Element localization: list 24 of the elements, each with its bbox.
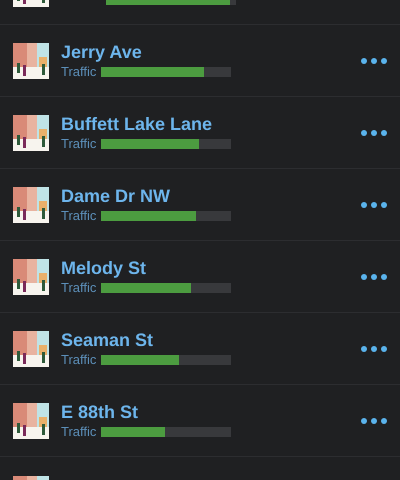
traffic-label: Traffic [61,279,96,297]
street-name: Seaman St [61,329,154,351]
more-options-icon[interactable] [360,200,388,210]
street-scene-thumbnail [13,42,49,78]
more-options-icon[interactable] [360,416,388,426]
street-scene-thumbnail [13,402,49,438]
traffic-label: Traffic [61,63,96,81]
traffic-label: Traffic [61,351,96,369]
street-name: Dame Dr NW [61,185,172,207]
street-name: Buffett Lake Lane [61,113,214,135]
more-options-icon[interactable] [360,272,388,282]
traffic-label: Traffic [61,423,96,441]
street-scene-thumbnail [13,330,49,366]
street-scene-thumbnail [13,186,49,222]
more-options-icon[interactable] [360,56,388,66]
street-name: Jerry Ave [61,41,143,63]
street-name: Melody St [61,257,148,279]
more-options-icon[interactable] [360,344,388,354]
traffic-label: Traffic [61,135,96,153]
street-scene-thumbnail [13,114,49,150]
street-name: E 88th St [61,401,140,423]
street-scene-thumbnail [13,258,49,294]
traffic-label: Traffic [61,207,96,225]
more-options-icon[interactable] [360,128,388,138]
